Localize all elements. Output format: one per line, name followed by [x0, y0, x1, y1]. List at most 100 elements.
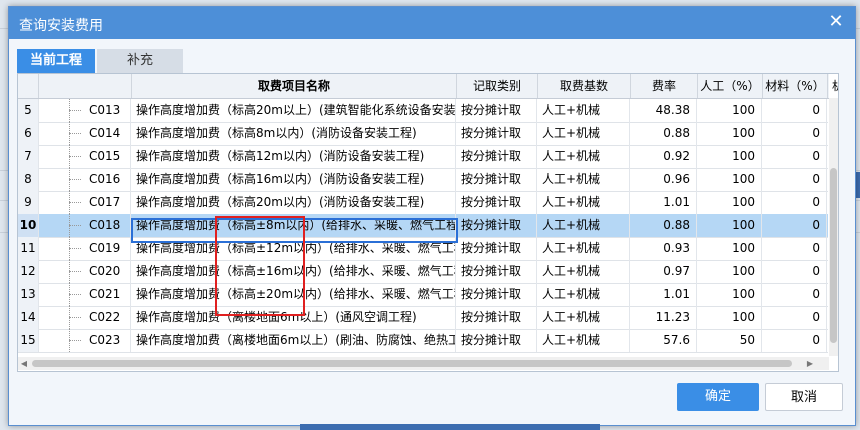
table-row[interactable]: 14 C022 操作高度增加费（离楼地面6m以上）(通风空调工程) 按分摊计取 人工+机… — [18, 306, 828, 330]
cell-material[interactable]: 0 — [763, 283, 827, 306]
vertical-scrollbar[interactable] — [829, 98, 838, 356]
cell-labor[interactable]: 100 — [698, 145, 762, 168]
header-rate[interactable]: 费率 — [631, 74, 698, 98]
cell-base[interactable]: 人工+机械 — [538, 99, 630, 122]
tab-current-project[interactable]: 当前工程 — [17, 49, 95, 73]
table-row[interactable]: 6 C014 操作高度增加费（标高8m以内）(消防设备安装工程) 按分摊计取 人工+机械… — [18, 122, 828, 146]
header-labor-percent[interactable]: 人工（%） — [698, 74, 763, 98]
cell-material[interactable]: 0 — [763, 122, 827, 145]
cell-category[interactable]: 按分摊计取 — [457, 283, 537, 306]
header-category[interactable]: 记取类别 — [457, 74, 538, 98]
cell-rate[interactable]: 11.23 — [631, 306, 697, 329]
table-row[interactable]: 13 C021 操作高度增加费（标高±20m以内）(给排水、采暖、燃气工程) 按分摊计… — [18, 283, 828, 307]
cell-material[interactable]: 0 — [763, 260, 827, 283]
header-fee-item-name[interactable]: 取费项目名称 — [132, 74, 457, 98]
cell-category[interactable]: 按分摊计取 — [457, 306, 537, 329]
cell-code[interactable]: C013 — [39, 99, 131, 122]
cancel-button[interactable]: 取消 — [765, 383, 843, 411]
cell-rate[interactable]: 0.96 — [631, 168, 697, 191]
cell-code[interactable]: C020 — [39, 260, 131, 283]
cell-category[interactable]: 按分摊计取 — [457, 99, 537, 122]
cell-code[interactable]: C019 — [39, 237, 131, 260]
cell-material[interactable]: 0 — [763, 214, 827, 237]
cell-name[interactable]: 操作高度增加费（离楼地面6m以上）(刷油、防腐蚀、绝热工… — [132, 329, 456, 352]
cell-rate[interactable]: 1.01 — [631, 283, 697, 306]
cell-labor[interactable]: 100 — [698, 214, 762, 237]
table-row[interactable]: 15 C023 操作高度增加费（离楼地面6m以上）(刷油、防腐蚀、绝热工… 按分摊计取… — [18, 329, 828, 353]
header-material-percent[interactable]: 材料（%） — [763, 74, 828, 98]
table-row[interactable]: 8 C016 操作高度增加费（标高16m以内）(消防设备安装工程) 按分摊计取 人工+机… — [18, 168, 828, 192]
cell-material[interactable]: 0 — [763, 306, 827, 329]
cell-labor[interactable]: 50 — [698, 329, 762, 352]
cell-name[interactable]: 操作高度增加费（标高8m以内）(消防设备安装工程) — [132, 122, 456, 145]
cell-rate[interactable]: 0.92 — [631, 145, 697, 168]
scroll-right-icon[interactable]: ▶ — [804, 357, 816, 370]
cell-base[interactable]: 人工+机械 — [538, 329, 630, 352]
cell-category[interactable]: 按分摊计取 — [457, 237, 537, 260]
ok-button[interactable]: 确定 — [677, 383, 759, 411]
cell-rate[interactable]: 1.01 — [631, 191, 697, 214]
cell-labor[interactable]: 100 — [698, 99, 762, 122]
cell-rate[interactable]: 48.38 — [631, 99, 697, 122]
cell-category[interactable]: 按分摊计取 — [457, 145, 537, 168]
cell-rate[interactable]: 0.93 — [631, 237, 697, 260]
cell-material[interactable]: 0 — [763, 168, 827, 191]
cell-idx[interactable]: 7 — [18, 145, 39, 168]
cell-rate[interactable]: 57.6 — [631, 329, 697, 352]
cell-idx[interactable]: 9 — [18, 191, 39, 214]
cell-rate[interactable]: 0.88 — [631, 122, 697, 145]
cell-code[interactable]: C018 — [39, 214, 131, 237]
cell-idx[interactable]: 11 — [18, 237, 39, 260]
cell-rate[interactable]: 0.97 — [631, 260, 697, 283]
close-icon[interactable]: ✕ — [825, 11, 847, 33]
horizontal-scrollbar[interactable]: ◀ ▶ — [18, 357, 829, 370]
cell-code[interactable]: C022 — [39, 306, 131, 329]
cell-code[interactable]: C014 — [39, 122, 131, 145]
cell-name[interactable]: 操作高度增加费（标高20m以上）(建筑智能化系统设备安装… — [132, 99, 456, 122]
cell-category[interactable]: 按分摊计取 — [457, 168, 537, 191]
cell-material[interactable]: 0 — [763, 237, 827, 260]
cell-labor[interactable]: 100 — [698, 122, 762, 145]
cell-name[interactable]: 操作高度增加费（标高20m以内）(消防设备安装工程) — [132, 191, 456, 214]
horizontal-scroll-thumb[interactable] — [32, 360, 792, 367]
cell-base[interactable]: 人工+机械 — [538, 260, 630, 283]
cell-idx[interactable]: 13 — [18, 283, 39, 306]
cell-base[interactable]: 人工+机械 — [538, 214, 630, 237]
cell-labor[interactable]: 100 — [698, 237, 762, 260]
cell-base[interactable]: 人工+机械 — [538, 168, 630, 191]
cell-idx[interactable]: 10 — [18, 214, 39, 237]
cell-idx[interactable]: 12 — [18, 260, 39, 283]
cell-code[interactable]: C021 — [39, 283, 131, 306]
cell-labor[interactable]: 100 — [698, 168, 762, 191]
header-base[interactable]: 取费基数 — [538, 74, 631, 98]
cell-labor[interactable]: 100 — [698, 260, 762, 283]
cell-idx[interactable]: 5 — [18, 99, 39, 122]
cell-rate[interactable]: 0.88 — [631, 214, 697, 237]
cell-code[interactable]: C023 — [39, 329, 131, 352]
header-machine-percent[interactable]: 机 — [828, 74, 838, 98]
cell-base[interactable]: 人工+机械 — [538, 122, 630, 145]
cell-material[interactable]: 0 — [763, 99, 827, 122]
cell-category[interactable]: 按分摊计取 — [457, 260, 537, 283]
cell-code[interactable]: C015 — [39, 145, 131, 168]
cell-code[interactable]: C017 — [39, 191, 131, 214]
cell-base[interactable]: 人工+机械 — [538, 191, 630, 214]
table-row[interactable]: 7 C015 操作高度增加费（标高12m以内）(消防设备安装工程) 按分摊计取 人工+机… — [18, 145, 828, 169]
cell-labor[interactable]: 100 — [698, 191, 762, 214]
scroll-left-icon[interactable]: ◀ — [18, 357, 30, 370]
cell-base[interactable]: 人工+机械 — [538, 306, 630, 329]
cell-material[interactable]: 0 — [763, 329, 827, 352]
cell-idx[interactable]: 14 — [18, 306, 39, 329]
cell-category[interactable]: 按分摊计取 — [457, 329, 537, 352]
cell-idx[interactable]: 8 — [18, 168, 39, 191]
cell-base[interactable]: 人工+机械 — [538, 145, 630, 168]
cell-category[interactable]: 按分摊计取 — [457, 191, 537, 214]
cell-material[interactable]: 0 — [763, 191, 827, 214]
cell-idx[interactable]: 6 — [18, 122, 39, 145]
cell-name[interactable]: 操作高度增加费（标高12m以内）(消防设备安装工程) — [132, 145, 456, 168]
cell-material[interactable]: 0 — [763, 145, 827, 168]
cell-name[interactable]: 操作高度增加费（标高16m以内）(消防设备安装工程) — [132, 168, 456, 191]
cell-labor[interactable]: 100 — [698, 306, 762, 329]
cell-code[interactable]: C016 — [39, 168, 131, 191]
cell-labor[interactable]: 100 — [698, 283, 762, 306]
